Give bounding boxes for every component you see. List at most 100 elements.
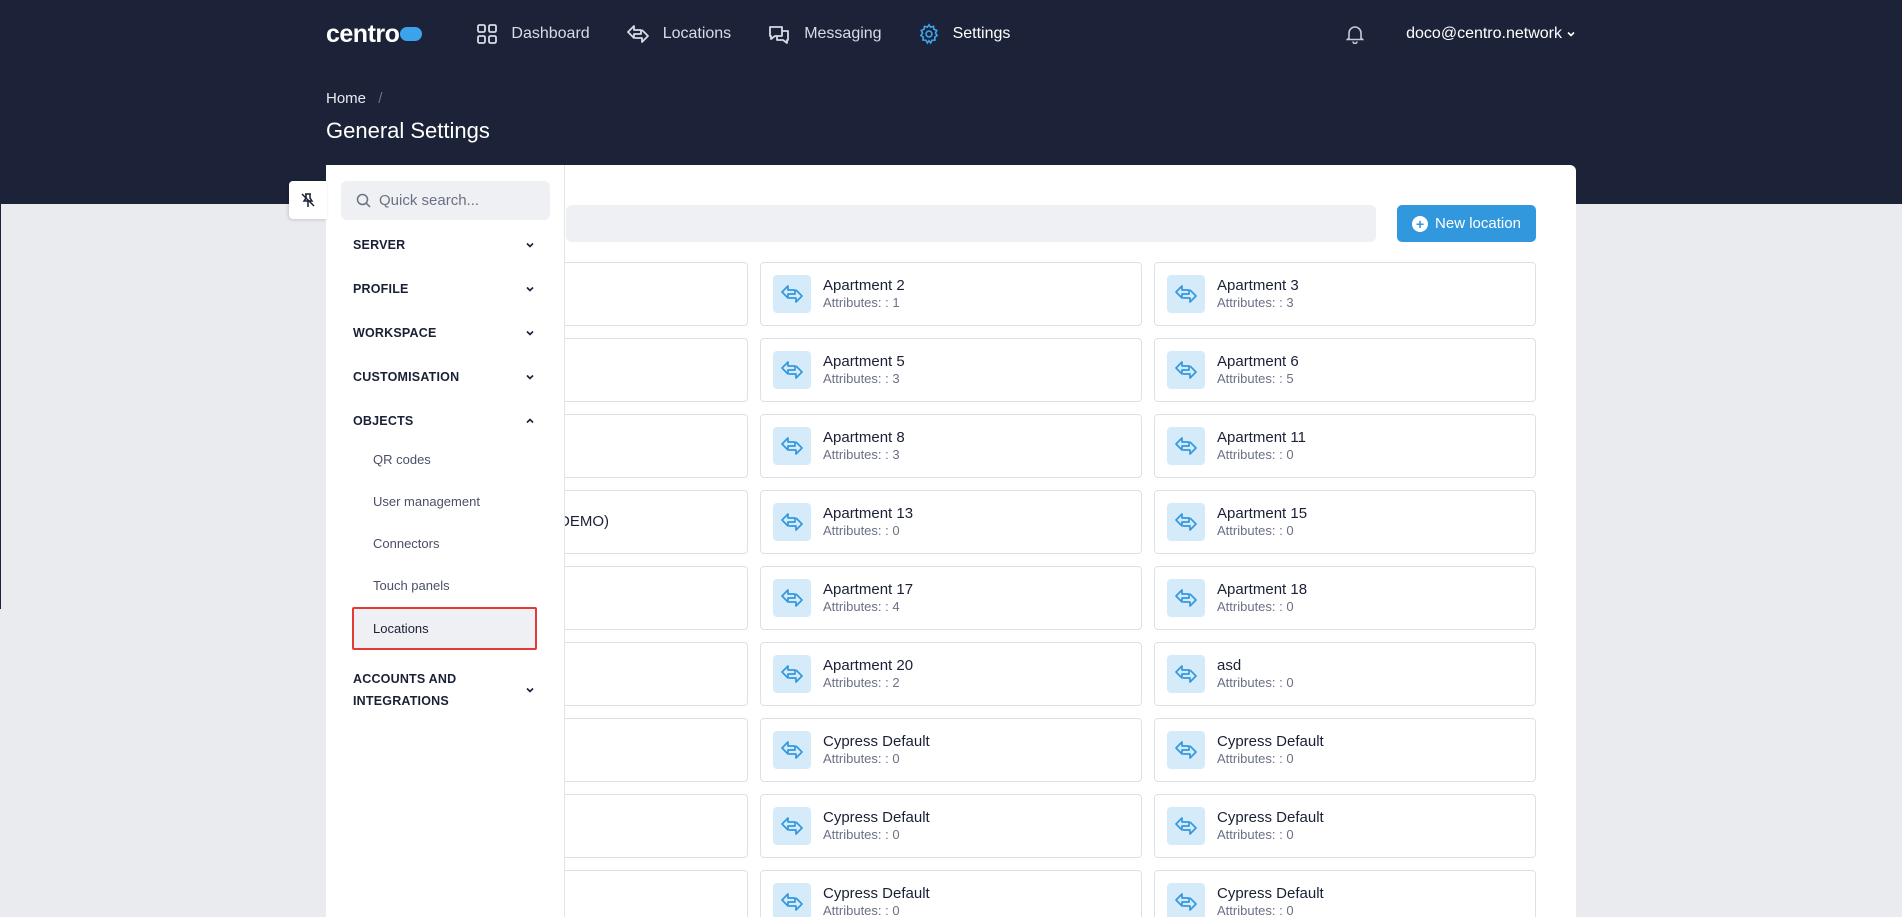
location-text: Apartment 18 Attributes: : 0 xyxy=(1217,581,1307,615)
location-arrows-icon xyxy=(1175,361,1197,379)
location-text: Cypress Default Attributes: : 0 xyxy=(823,733,930,767)
bell-icon xyxy=(1346,26,1365,44)
sidebar-item-connectors[interactable]: Connectors xyxy=(373,536,439,551)
location-text: asd Attributes: : 0 xyxy=(1217,657,1294,691)
location-name: DEMO) xyxy=(559,513,609,530)
logo-text: centro xyxy=(326,19,400,48)
location-text: Cypress Default Attributes: : 0 xyxy=(1217,885,1324,917)
location-card[interactable]: Apartment 13 Attributes: : 0 xyxy=(760,490,1142,554)
location-arrows-icon xyxy=(781,665,803,683)
location-icon xyxy=(773,503,811,541)
section-profile[interactable]: PROFILE xyxy=(353,282,535,296)
location-attributes: Attributes: : 1 xyxy=(823,295,900,310)
new-location-button[interactable]: + New location xyxy=(1397,205,1536,242)
location-attributes: Attributes: : 0 xyxy=(1217,827,1294,842)
location-arrows-icon xyxy=(781,741,803,759)
location-attributes: Attributes: : 0 xyxy=(1217,447,1294,462)
location-card[interactable]: Cypress Default Attributes: : 0 xyxy=(760,718,1142,782)
location-name: Apartment 11 xyxy=(1217,429,1306,446)
location-card[interactable]: Apartment 6 Attributes: : 5 xyxy=(1154,338,1536,402)
breadcrumb: Home / xyxy=(326,90,382,107)
location-attributes: Attributes: : 4 xyxy=(823,599,900,614)
location-attributes: Attributes: : 2 xyxy=(823,675,900,690)
location-icon xyxy=(1167,351,1205,389)
section-customisation-label: CUSTOMISATION xyxy=(353,370,460,384)
location-card[interactable]: Apartment 8 Attributes: : 3 xyxy=(760,414,1142,478)
section-customisation[interactable]: CUSTOMISATION xyxy=(353,370,535,384)
location-text: Cypress Default Attributes: : 0 xyxy=(823,885,930,917)
location-text: Apartment 2 Attributes: : 1 xyxy=(823,277,905,311)
quick-search[interactable] xyxy=(341,181,550,220)
section-objects-label: OBJECTS xyxy=(353,414,414,428)
location-card[interactable]: Apartment 5 Attributes: : 3 xyxy=(760,338,1142,402)
chevron-down-icon xyxy=(526,687,534,693)
location-attributes: Attributes: : 0 xyxy=(823,903,900,917)
chevron-down-icon xyxy=(526,242,534,248)
location-card[interactable]: Apartment 17 Attributes: : 4 xyxy=(760,566,1142,630)
location-card[interactable]: Apartment 11 Attributes: : 0 xyxy=(1154,414,1536,478)
location-card[interactable]: asd Attributes: : 0 xyxy=(1154,642,1536,706)
sidebar-item-user-management[interactable]: User management xyxy=(373,494,480,509)
location-text: Cypress Default Attributes: : 0 xyxy=(823,809,930,843)
location-text: Apartment 13 Attributes: : 0 xyxy=(823,505,913,539)
logo-pill-icon xyxy=(400,27,423,41)
user-email: doco@centro.network xyxy=(1406,25,1562,42)
location-card[interactable]: Cypress Default Attributes: : 0 xyxy=(760,794,1142,858)
location-card[interactable]: Cypress Default Attributes: : 0 xyxy=(1154,870,1536,917)
location-name: Apartment 18 xyxy=(1217,581,1308,598)
location-icon xyxy=(773,275,811,313)
location-name: Apartment 15 xyxy=(1217,505,1308,522)
location-attributes: Attributes: : 0 xyxy=(1217,675,1294,690)
location-card[interactable]: Apartment 20 Attributes: : 2 xyxy=(760,642,1142,706)
location-name: Apartment 8 xyxy=(823,429,905,446)
locations-search-bar[interactable] xyxy=(566,205,1376,242)
nav-messaging[interactable]: Messaging xyxy=(767,23,882,45)
chat-icon xyxy=(769,26,790,44)
location-card[interactable]: Apartment 3 Attributes: : 3 xyxy=(1154,262,1536,326)
sidebar-item-qr-codes[interactable]: QR codes xyxy=(373,452,431,467)
section-accounts-integrations[interactable]: ACCOUNTS AND INTEGRATIONS xyxy=(353,668,535,712)
location-arrows-icon xyxy=(1175,285,1197,303)
location-card[interactable]: Cypress Default Attributes: : 0 xyxy=(760,870,1142,917)
section-workspace-label: WORKSPACE xyxy=(353,326,437,340)
location-arrows-icon xyxy=(1175,589,1197,607)
location-text: DEMO) xyxy=(559,513,609,531)
sidebar-item-locations-label: Locations xyxy=(373,621,429,636)
location-text: Apartment 11 Attributes: : 0 xyxy=(1217,429,1306,463)
centro-logo[interactable]: centro xyxy=(326,19,423,49)
location-card[interactable]: Apartment 18 Attributes: : 0 xyxy=(1154,566,1536,630)
nav-locations[interactable]: Locations xyxy=(626,23,731,45)
section-objects[interactable]: OBJECTS xyxy=(353,414,535,428)
notifications-button[interactable] xyxy=(1346,24,1365,44)
location-icon xyxy=(1167,275,1205,313)
location-name: Cypress Default xyxy=(1217,733,1324,750)
section-server[interactable]: SERVER xyxy=(353,238,535,252)
location-card[interactable]: Apartment 2 Attributes: : 1 xyxy=(760,262,1142,326)
sidebar-item-touch-panels[interactable]: Touch panels xyxy=(373,578,450,593)
location-attributes: Attributes: : 0 xyxy=(1217,903,1294,917)
location-card[interactable]: Cypress Default Attributes: : 0 xyxy=(1154,718,1536,782)
location-text: Cypress Default Attributes: : 0 xyxy=(1217,809,1324,843)
location-name: Apartment 5 xyxy=(823,353,905,370)
location-card[interactable]: Cypress Default Attributes: : 0 xyxy=(1154,794,1536,858)
quick-search-input[interactable] xyxy=(379,192,539,209)
location-name: Cypress Default xyxy=(1217,809,1324,826)
section-workspace[interactable]: WORKSPACE xyxy=(353,326,535,340)
unpin-icon xyxy=(301,193,315,207)
location-attributes: Attributes: : 0 xyxy=(823,523,900,538)
nav-settings[interactable]: Settings xyxy=(918,23,1010,45)
breadcrumb-home[interactable]: Home xyxy=(326,90,366,107)
location-name: Apartment 6 xyxy=(1217,353,1299,370)
location-attributes: Attributes: : 0 xyxy=(1217,751,1294,766)
location-card[interactable]: Apartment 15 Attributes: : 0 xyxy=(1154,490,1536,554)
location-arrows-icon xyxy=(1175,741,1197,759)
location-text: Apartment 3 Attributes: : 3 xyxy=(1217,277,1299,311)
user-menu[interactable]: doco@centro.network xyxy=(1406,25,1576,43)
location-arrows-icon xyxy=(1175,817,1197,835)
unpin-button[interactable] xyxy=(289,181,327,219)
nav-dashboard[interactable]: Dashboard xyxy=(476,23,590,45)
location-icon xyxy=(773,351,811,389)
plus-icon: + xyxy=(1412,215,1429,232)
location-name: asd xyxy=(1217,657,1242,674)
sidebar-item-locations[interactable]: Locations xyxy=(352,607,537,650)
